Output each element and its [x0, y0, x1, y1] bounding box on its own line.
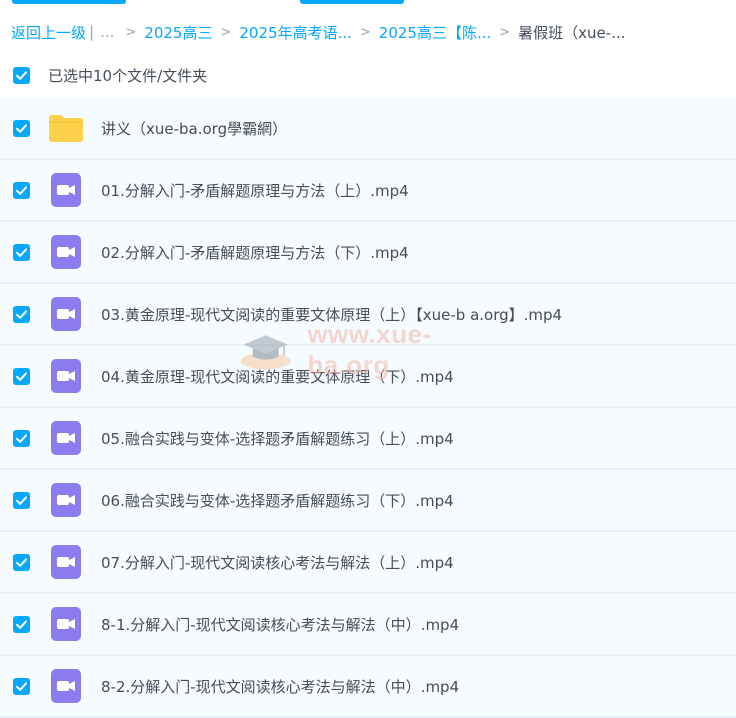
file-row[interactable]: 8-2.分解入门-现代文阅读核心考法与解法（中）.mp4 — [0, 656, 736, 718]
video-file-icon — [48, 172, 84, 208]
check-icon — [16, 70, 27, 80]
file-name[interactable]: 07.分解入门-现代文阅读核心考法与解法（上）.mp4 — [101, 552, 454, 573]
file-row[interactable]: 01.分解入门-矛盾解题原理与方法（上）.mp4 — [0, 160, 736, 222]
row-checkbox[interactable] — [13, 305, 30, 323]
breadcrumb-divider: | — [89, 23, 95, 41]
video-file-icon — [48, 482, 84, 518]
video-file-icon — [48, 544, 84, 580]
toolbar-button-edge[interactable] — [300, 0, 404, 4]
row-checkbox[interactable] — [13, 243, 30, 261]
file-name[interactable]: 03.黄金原理-现代文阅读的重要文体原理（上）【xue-b a.org】.mp4 — [101, 304, 562, 325]
check-icon — [16, 433, 27, 443]
row-checkbox[interactable] — [13, 367, 30, 385]
top-toolbar-edge — [0, 0, 736, 4]
check-icon — [16, 557, 27, 567]
file-row[interactable]: 8-1.分解入门-现代文阅读核心考法与解法（中）.mp4 — [0, 594, 736, 656]
file-row[interactable]: 06.融合实践与变体-选择题矛盾解题练习（下）.mp4 — [0, 470, 736, 532]
row-checkbox[interactable] — [13, 615, 30, 633]
file-name[interactable]: 01.分解入门-矛盾解题原理与方法（上）.mp4 — [101, 180, 409, 201]
file-row[interactable]: 04.黄金原理-现代文阅读的重要文体原理（下）.mp4 — [0, 346, 736, 408]
file-name[interactable]: 8-2.分解入门-现代文阅读核心考法与解法（中）.mp4 — [101, 676, 459, 697]
file-name[interactable]: 8-1.分解入门-现代文阅读核心考法与解法（中）.mp4 — [101, 614, 459, 635]
breadcrumb-current: 暑假班（xue-... — [518, 23, 626, 42]
file-name[interactable]: 讲义（xue-ba.org學霸網） — [101, 118, 287, 139]
breadcrumb: 返回上一级 | ... > 2025高三 > 2025年高考语... > 202… — [11, 21, 626, 43]
selection-bar: 已选中10个文件/文件夹 — [13, 64, 207, 86]
file-list: 讲义（xue-ba.org學霸網） 01.分解入门-矛盾解题原理与方法（上）.mp… — [0, 98, 736, 718]
breadcrumb-item[interactable]: 2025高三 — [144, 22, 212, 43]
video-file-icon — [48, 296, 84, 332]
check-icon — [16, 185, 27, 195]
video-file-icon — [48, 420, 84, 456]
chevron-right-icon: > — [359, 24, 371, 40]
check-icon — [16, 619, 27, 629]
breadcrumb-back-link[interactable]: 返回上一级 — [11, 22, 86, 43]
row-checkbox[interactable] — [13, 119, 30, 137]
file-row[interactable]: 05.融合实践与变体-选择题矛盾解题练习（上）.mp4 — [0, 408, 736, 470]
toolbar-button-edge[interactable] — [12, 0, 126, 4]
file-row[interactable]: 07.分解入门-现代文阅读核心考法与解法（上）.mp4 — [0, 532, 736, 594]
check-icon — [16, 309, 27, 319]
video-file-icon — [48, 606, 84, 642]
check-icon — [16, 247, 27, 257]
file-name[interactable]: 02.分解入门-矛盾解题原理与方法（下）.mp4 — [101, 242, 409, 263]
row-checkbox[interactable] — [13, 553, 30, 571]
file-row[interactable]: 03.黄金原理-现代文阅读的重要文体原理（上）【xue-b a.org】.mp4 — [0, 284, 736, 346]
select-all-checkbox[interactable] — [13, 66, 30, 84]
check-icon — [16, 681, 27, 691]
file-row[interactable]: 讲义（xue-ba.org學霸網） — [0, 98, 736, 160]
selection-count-label: 已选中10个文件/文件夹 — [48, 66, 208, 85]
file-row[interactable]: 02.分解入门-矛盾解题原理与方法（下）.mp4 — [0, 222, 736, 284]
breadcrumb-ellipsis[interactable]: ... — [100, 23, 114, 41]
breadcrumb-item[interactable]: 2025年高考语... — [239, 22, 351, 43]
chevron-right-icon: > — [499, 24, 511, 40]
file-name[interactable]: 05.融合实践与变体-选择题矛盾解题练习（上）.mp4 — [101, 428, 454, 449]
chevron-right-icon: > — [220, 24, 232, 40]
chevron-right-icon: > — [125, 24, 137, 40]
video-file-icon — [48, 234, 84, 270]
folder-icon — [48, 110, 84, 146]
video-file-icon — [48, 668, 84, 704]
row-checkbox[interactable] — [13, 181, 30, 199]
file-name[interactable]: 06.融合实践与变体-选择题矛盾解题练习（下）.mp4 — [101, 490, 454, 511]
file-name[interactable]: 04.黄金原理-现代文阅读的重要文体原理（下）.mp4 — [101, 366, 454, 387]
row-checkbox[interactable] — [13, 429, 30, 447]
row-checkbox[interactable] — [13, 491, 30, 509]
check-icon — [16, 495, 27, 505]
video-file-icon — [48, 358, 84, 394]
check-icon — [16, 371, 27, 381]
row-checkbox[interactable] — [13, 677, 30, 695]
check-icon — [16, 123, 27, 133]
breadcrumb-item[interactable]: 2025高三【陈... — [379, 22, 491, 43]
